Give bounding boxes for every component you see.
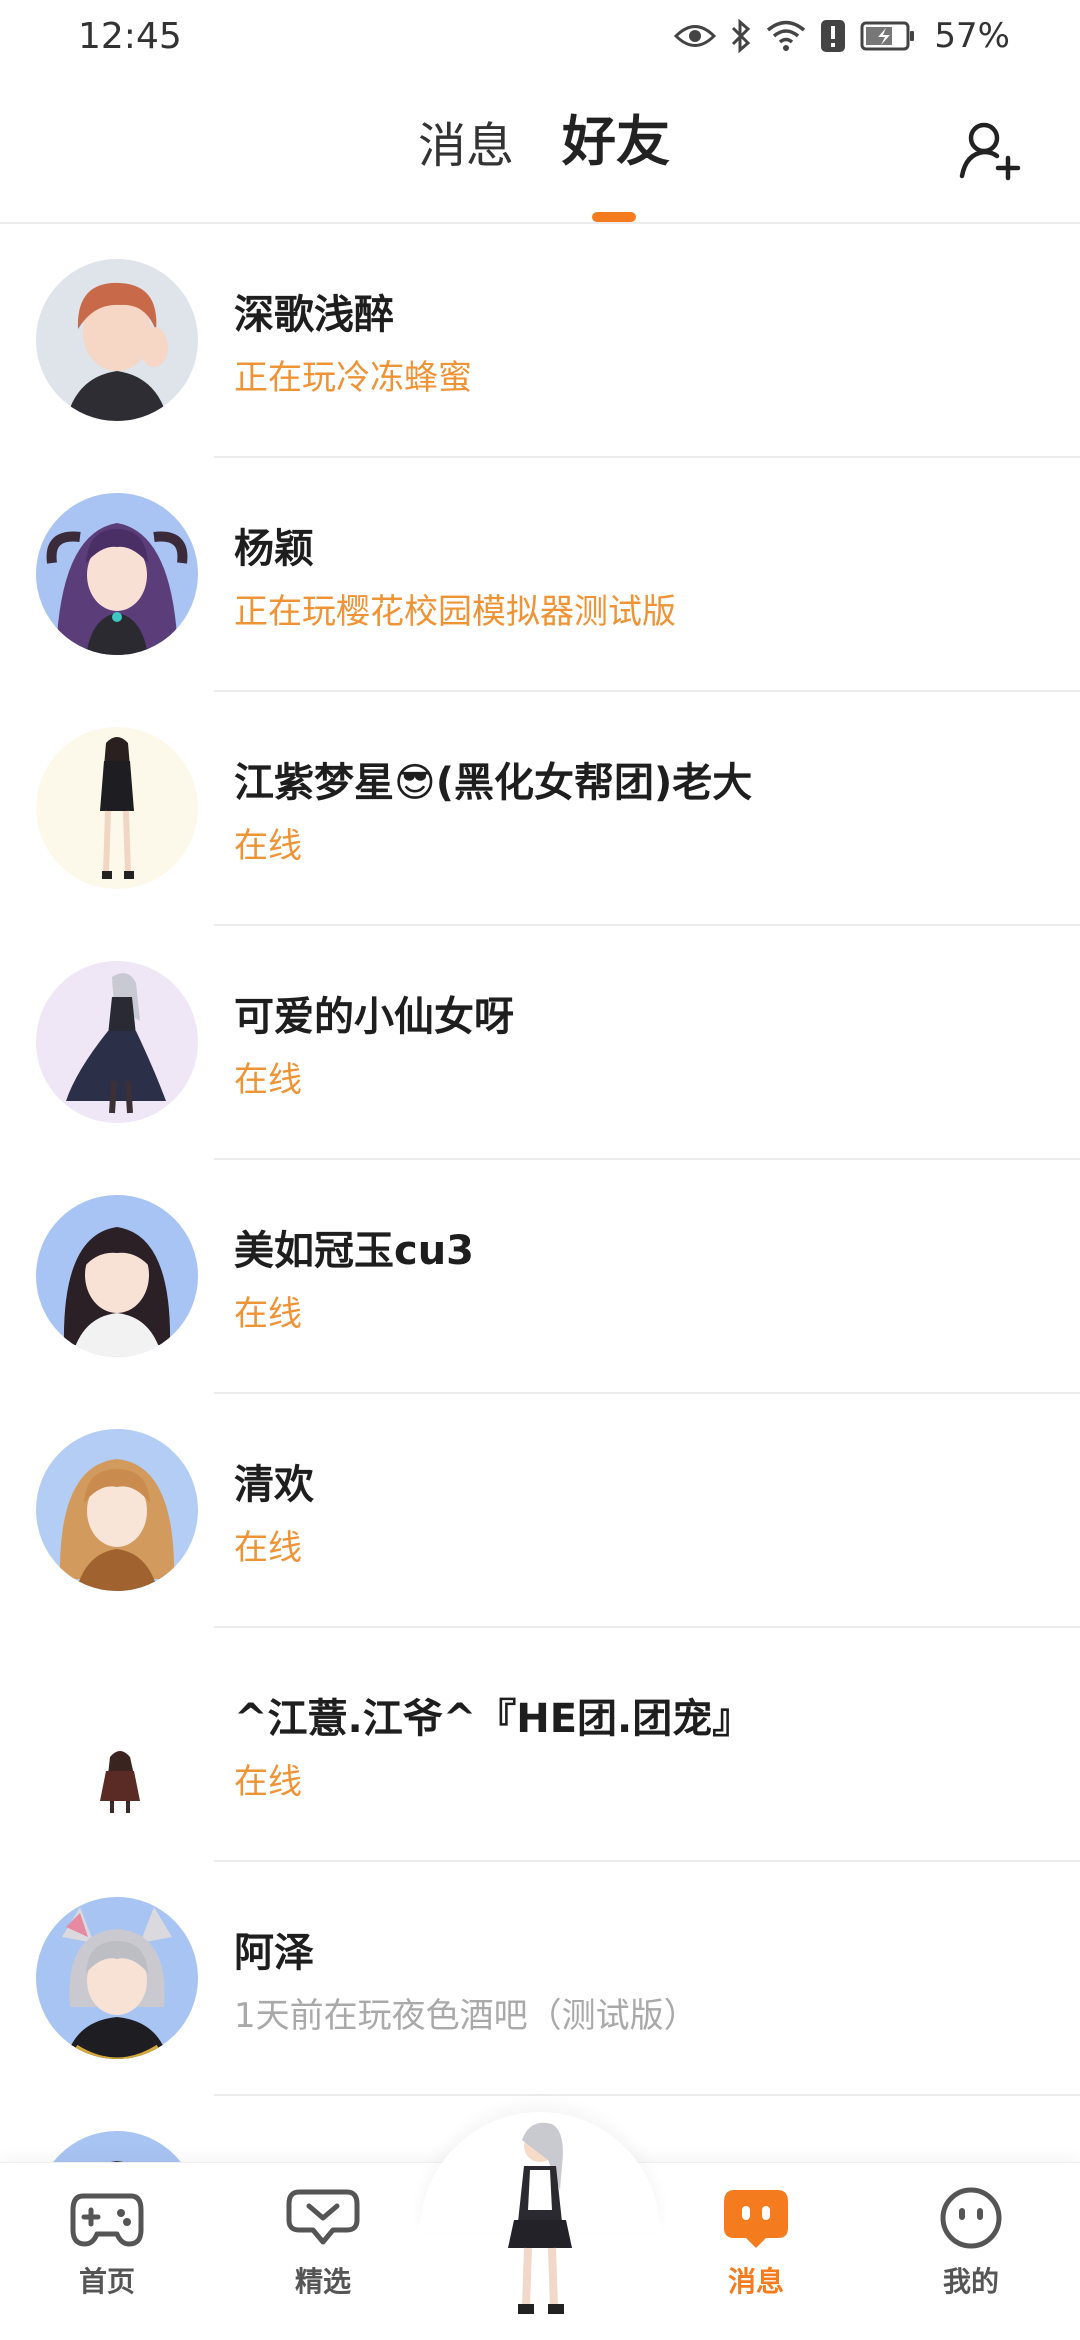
friend-name: 可爱的小仙女呀 <box>234 994 514 1040</box>
tab-messages[interactable]: 消息 <box>418 114 514 178</box>
friend-row[interactable]: 江紫梦星😎(黑化女帮团)老大 在线 <box>0 692 1080 926</box>
face-icon <box>940 2187 1002 2249</box>
nav-label: 我的 <box>942 2265 999 2298</box>
friend-list: 深歌浅醉 正在玩冷冻蜂蜜 杨颖 正在玩樱花校园模拟器测试版 江紫梦星😎(黑化女帮… <box>0 224 1080 2330</box>
nav-mine[interactable]: 我的 <box>901 2186 1041 2326</box>
wifi-icon <box>767 20 806 51</box>
friend-name: 阿泽 <box>234 1930 314 1976</box>
header: 消息 好友 <box>0 80 1080 224</box>
friend-status: 在线 <box>234 1528 302 1568</box>
status-bar: 12:45 57% <box>0 0 1080 80</box>
nav-home[interactable]: 首页 <box>37 2186 177 2326</box>
avatar[interactable] <box>36 259 198 421</box>
battery-percent: 57% <box>934 16 1010 56</box>
friend-name: 深歌浅醉 <box>234 292 394 338</box>
avatar[interactable] <box>36 1897 198 2059</box>
friend-row[interactable]: 阿泽 1天前在玩夜色酒吧（测试版） <box>0 1862 1080 2096</box>
avatar[interactable] <box>36 1663 198 1825</box>
friend-name: ^江薏.江爷^『HE团.团宠』 <box>234 1696 753 1742</box>
heart-chat-icon <box>286 2189 360 2245</box>
avatar[interactable] <box>36 961 198 1123</box>
tab-active-indicator <box>592 212 636 222</box>
friend-name: 江紫梦星😎(黑化女帮团)老大 <box>234 760 753 806</box>
friend-row[interactable]: 清欢 在线 <box>0 1394 1080 1628</box>
status-time: 12:45 <box>78 16 182 57</box>
friend-status: 在线 <box>234 826 302 866</box>
battery-icon <box>860 21 915 51</box>
avatar[interactable] <box>36 727 198 889</box>
friend-status: 在线 <box>234 1762 302 1802</box>
friend-name: 美如冠玉cu3 <box>234 1228 475 1274</box>
friend-status: 1天前在玩夜色酒吧（测试版） <box>234 1996 698 2036</box>
nav-label: 精选 <box>294 2265 351 2298</box>
friend-status: 正在玩冷冻蜂蜜 <box>234 358 472 398</box>
message-icon <box>724 2190 788 2248</box>
friend-status: 在线 <box>234 1294 302 1334</box>
friend-row[interactable]: ^江薏.江爷^『HE团.团宠』 在线 <box>0 1628 1080 1862</box>
friend-row[interactable]: 可爱的小仙女呀 在线 <box>0 926 1080 1160</box>
friend-row[interactable]: 深歌浅醉 正在玩冷冻蜂蜜 <box>0 224 1080 458</box>
avatar[interactable] <box>36 493 198 655</box>
eye-icon <box>674 25 717 47</box>
alert-icon <box>821 20 846 52</box>
friend-status: 正在玩樱花校园模拟器测试版 <box>234 592 676 632</box>
friend-row[interactable]: 美如冠玉cu3 在线 <box>0 1160 1080 1394</box>
nav-messages[interactable]: 消息 <box>686 2186 826 2326</box>
gamepad-icon <box>70 2193 144 2247</box>
character-avatar-icon <box>508 2122 572 2314</box>
nav-label: 消息 <box>727 2265 784 2298</box>
tab-friends[interactable]: 好友 <box>562 110 670 174</box>
add-friend-button[interactable] <box>950 110 1030 190</box>
friend-name: 杨颖 <box>234 526 314 572</box>
bluetooth-icon <box>732 19 751 53</box>
friend-name: 清欢 <box>234 1462 314 1508</box>
nav-featured[interactable]: 精选 <box>253 2186 393 2326</box>
friend-row[interactable]: 杨颖 正在玩樱花校园模拟器测试版 <box>0 458 1080 692</box>
avatar[interactable] <box>36 1195 198 1357</box>
avatar[interactable] <box>36 1429 198 1591</box>
nav-center-avatar[interactable] <box>470 2110 610 2330</box>
add-user-icon <box>959 122 1021 181</box>
status-icons: 57% <box>674 14 1010 58</box>
nav-label: 首页 <box>78 2265 135 2298</box>
friend-status: 在线 <box>234 1060 302 1100</box>
